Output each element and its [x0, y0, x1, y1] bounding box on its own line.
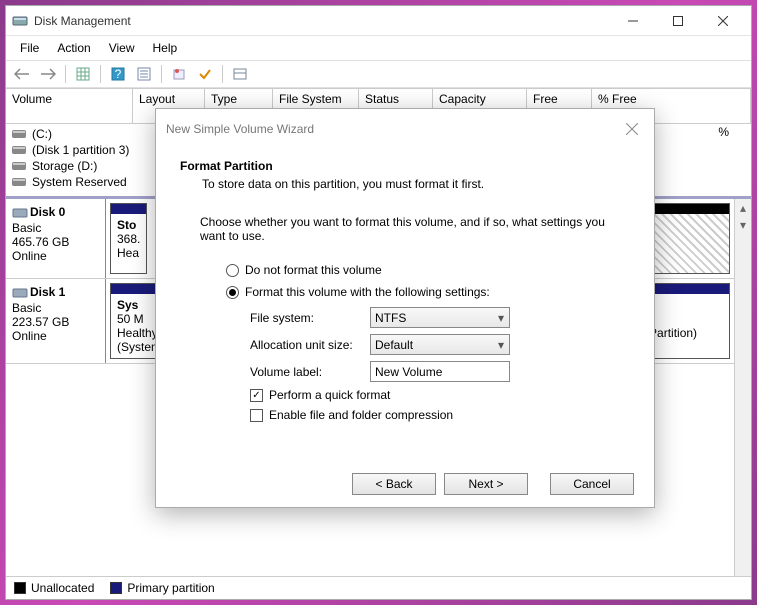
help-icon[interactable]: ?	[106, 63, 130, 85]
checkbox-label: Enable file and folder compression	[269, 408, 453, 422]
volume-label-label: Volume label:	[250, 365, 370, 379]
checkbox-icon	[250, 409, 263, 422]
filesystem-label: File system:	[250, 311, 370, 325]
volume-icon	[12, 176, 28, 188]
svg-text:?: ?	[115, 67, 122, 81]
dialog-buttons: < Back Next > Cancel	[156, 461, 654, 507]
volume-icon	[12, 160, 28, 172]
disk-info[interactable]: Disk 1 Basic 223.57 GB Online	[6, 279, 106, 363]
volume-name: Storage (D:)	[32, 159, 97, 173]
select-value: NTFS	[375, 311, 406, 325]
toolbar: ?	[6, 60, 751, 88]
cancel-button[interactable]: Cancel	[550, 473, 634, 495]
legend-label: Unallocated	[31, 581, 94, 595]
radio-icon	[226, 264, 239, 277]
select-value: Default	[375, 338, 413, 352]
menu-help[interactable]: Help	[145, 38, 186, 58]
close-button[interactable]	[700, 7, 745, 35]
pct-stub: %	[718, 125, 729, 139]
volume-name: (C:)	[32, 127, 52, 141]
compression-checkbox[interactable]: Enable file and folder compression	[250, 408, 630, 422]
menu-file[interactable]: File	[12, 38, 47, 58]
checkbox-label: Perform a quick format	[269, 388, 390, 402]
partition[interactable]: Sto 368. Hea	[110, 203, 147, 274]
menu-action[interactable]: Action	[49, 38, 98, 58]
disk-type: Basic	[12, 301, 99, 315]
chevron-down-icon: ▾	[498, 338, 504, 352]
radio-icon	[226, 286, 239, 299]
window-title: Disk Management	[34, 14, 610, 28]
menu-view[interactable]: View	[101, 38, 143, 58]
volume-name: (Disk 1 partition 3)	[32, 143, 129, 157]
volume-icon	[12, 144, 28, 156]
partition-status: Hea	[117, 246, 140, 260]
legend-label: Primary partition	[127, 581, 214, 595]
scroll-up-icon[interactable]: ▴	[735, 199, 751, 216]
dialog-prompt: Choose whether you want to format this v…	[200, 215, 610, 243]
disk-info[interactable]: Disk 0 Basic 465.76 GB Online	[6, 199, 106, 278]
disk-icon	[12, 205, 28, 221]
volume-label-input[interactable]	[370, 361, 510, 382]
radio-format-volume[interactable]: Format this volume with the following se…	[226, 285, 630, 299]
quick-format-checkbox[interactable]: Perform a quick format	[250, 388, 630, 402]
disk-status: Online	[12, 329, 99, 343]
radio-label: Do not format this volume	[245, 263, 382, 277]
col-volume[interactable]: Volume	[6, 89, 133, 123]
dialog-titlebar: New Simple Volume Wizard	[156, 109, 654, 149]
check-icon[interactable]	[193, 63, 217, 85]
new-simple-volume-wizard: New Simple Volume Wizard Format Partitio…	[155, 108, 655, 508]
app-icon	[12, 13, 28, 29]
dialog-heading: Format Partition	[180, 159, 630, 173]
disk-size: 223.57 GB	[12, 315, 99, 329]
checkbox-icon	[250, 389, 263, 402]
dialog-subheading: To store data on this partition, you mus…	[202, 177, 630, 191]
dialog-body: Format Partition To store data on this p…	[156, 149, 654, 461]
partition-name: Sto	[117, 218, 140, 232]
grid-icon[interactable]	[71, 63, 95, 85]
partition-size: 368.	[117, 232, 140, 246]
allocation-select[interactable]: Default ▾	[370, 334, 510, 355]
scrollbar[interactable]: ▴ ▾	[734, 199, 751, 576]
properties-icon[interactable]	[132, 63, 156, 85]
disk-status: Online	[12, 249, 99, 263]
forward-icon[interactable]	[36, 63, 60, 85]
legend: Unallocated Primary partition	[6, 576, 751, 599]
back-icon[interactable]	[10, 63, 34, 85]
back-button[interactable]: < Back	[352, 473, 436, 495]
radio-do-not-format[interactable]: Do not format this volume	[226, 263, 630, 277]
scroll-down-icon[interactable]: ▾	[735, 216, 751, 233]
next-button[interactable]: Next >	[444, 473, 528, 495]
minimize-button[interactable]	[610, 7, 655, 35]
chevron-down-icon: ▾	[498, 311, 504, 325]
legend-swatch-primary	[110, 582, 122, 594]
filesystem-select[interactable]: NTFS ▾	[370, 307, 510, 328]
disk-name: Disk 0	[30, 205, 65, 219]
disk-type: Basic	[12, 221, 99, 235]
refresh-icon[interactable]	[167, 63, 191, 85]
legend-swatch-unallocated	[14, 582, 26, 594]
dialog-title: New Simple Volume Wizard	[166, 122, 620, 136]
maximize-button[interactable]	[655, 7, 700, 35]
disk-size: 465.76 GB	[12, 235, 99, 249]
radio-label: Format this volume with the following se…	[245, 285, 490, 299]
disk-name: Disk 1	[30, 285, 65, 299]
volume-icon	[12, 128, 28, 140]
titlebar: Disk Management	[6, 6, 751, 36]
volume-name: System Reserved	[32, 175, 127, 189]
list-icon[interactable]	[228, 63, 252, 85]
dialog-close-button[interactable]	[620, 117, 644, 141]
allocation-label: Allocation unit size:	[250, 338, 370, 352]
menubar: File Action View Help	[6, 36, 751, 60]
disk-icon	[12, 285, 28, 301]
